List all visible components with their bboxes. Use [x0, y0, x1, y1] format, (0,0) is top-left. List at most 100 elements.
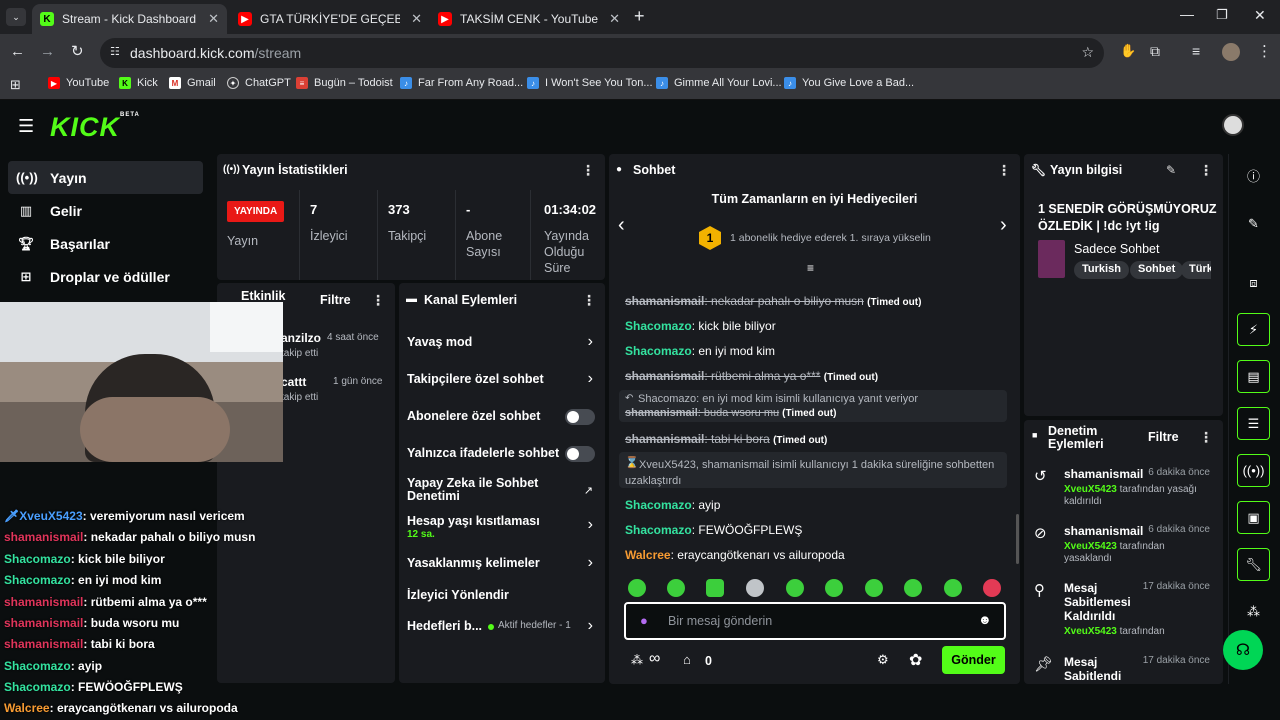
account-age-row[interactable]: Hesap yaşı kısıtlaması 12 sa. ›	[399, 513, 605, 543]
chat-message[interactable]: Shacomazo: FEWÖOĞFPLEWŞ	[625, 523, 1005, 537]
emoji-picker-icon[interactable]: ☻	[978, 612, 992, 627]
tab-gta-video[interactable]: ▶ GTA TÜRKİYE'DE GEÇEBİLİRMİŞ ✕	[230, 4, 430, 34]
category-thumbnail[interactable]	[1038, 240, 1065, 278]
address-bar[interactable]: ☷ dashboard.kick.com/stream ☆	[100, 38, 1104, 68]
restore-window-icon[interactable]: ❐	[1216, 7, 1228, 23]
bookmark-kick[interactable]: K Kick	[119, 77, 158, 89]
mod-log-entry[interactable]: ⚲ Mesaj Sabitlemesi Kaldırıldı 17 dakika…	[1034, 581, 1214, 643]
emote-icon[interactable]	[786, 579, 804, 597]
send-button[interactable]: Gönder	[942, 646, 1005, 674]
extensions-puzzle-icon[interactable]: ⧉	[1150, 43, 1160, 60]
mod-log-entry[interactable]: 📌︎ Mesaj Sabitlendi 17 dakika önce	[1034, 655, 1214, 684]
mod-log-entry[interactable]: ⊘ shamanismail 6 dakika önce XveuX5423 t…	[1034, 524, 1214, 574]
chat-message[interactable]: shamanismail: rütbemi alma ya o*** (Time…	[625, 369, 1005, 383]
emote-icon[interactable]	[667, 579, 685, 597]
profile-avatar[interactable]	[1222, 43, 1240, 61]
tag-sohbet[interactable]: Sohbet	[1130, 261, 1184, 279]
close-tab-icon[interactable]: ✕	[609, 11, 620, 27]
emote-icon[interactable]	[628, 579, 646, 597]
emote-icon[interactable]	[746, 579, 764, 597]
chat-input[interactable]: ● Bir mesaj gönderin ☻	[624, 602, 1006, 640]
sidebar-item-achievements[interactable]: 🏆︎ Başarılar	[8, 227, 203, 260]
bookmark-song-2[interactable]: ♪ I Won't See You Ton...	[527, 77, 653, 89]
bookmark-chatgpt[interactable]: ✦ ChatGPT	[227, 77, 291, 89]
bookmark-todoist[interactable]: ≡ Bugün – Todoist	[296, 77, 393, 89]
sidebar-item-stream[interactable]: ((•)) Yayın	[8, 161, 203, 194]
raid-row[interactable]: İzleyici Yönlendir	[399, 586, 605, 606]
boost-icon[interactable]: ⚡︎	[1237, 313, 1270, 346]
emote-only-toggle[interactable]	[565, 446, 595, 462]
close-tab-icon[interactable]: ✕	[208, 11, 219, 27]
activity-username[interactable]: cattt	[281, 375, 306, 389]
media-control-icon[interactable]: ≡	[1192, 43, 1200, 59]
bookmark-song-4[interactable]: ♪ You Give Love a Bad...	[784, 77, 914, 89]
mod-log-entry[interactable]: ↺ shamanismail 6 dakika önce XveuX5423 t…	[1034, 467, 1214, 517]
clip-icon[interactable]: ⧈	[1237, 266, 1270, 299]
info-icon[interactable]: ⓘ	[1237, 159, 1270, 192]
kick-logo[interactable]: KICKBETA	[50, 112, 140, 143]
minimize-window-icon[interactable]: —	[1180, 6, 1194, 22]
new-tab-button[interactable]: +	[634, 6, 645, 27]
slow-mode-row[interactable]: Yavaş mod ›	[399, 333, 605, 353]
bookmark-song-1[interactable]: ♪ Far From Any Road...	[400, 77, 523, 89]
tab-taksim-cenk[interactable]: ▶ TAKSİM CENK - YouTube ✕	[430, 4, 628, 34]
forward-arrow-icon[interactable]: →	[40, 43, 55, 60]
subscribers-only-toggle[interactable]	[565, 409, 595, 425]
bookmark-youtube[interactable]: ▶ YouTube	[48, 77, 109, 89]
stream-info-menu-icon[interactable]: ⋮	[1199, 162, 1213, 179]
mod-log-menu-icon[interactable]: ⋮	[1199, 429, 1213, 446]
chat-icon[interactable]: ☰	[1237, 407, 1270, 440]
notes-icon[interactable]: ▤	[1237, 360, 1270, 393]
tab-search-button[interactable]: ⌄	[6, 8, 26, 26]
sidebar-item-drops[interactable]: ⊞ Droplar ve ödüller	[8, 260, 203, 293]
emote-icon[interactable]	[944, 579, 962, 597]
sidebar-item-revenue[interactable]: ▥ Gelir	[8, 194, 203, 227]
emote-icon[interactable]	[825, 579, 843, 597]
goals-row[interactable]: Hedefleri b... Aktif hedefler - 1 ›	[399, 617, 605, 637]
chat-message[interactable]: Walcree: eraycangötkenarı vs ailuropoda	[625, 548, 1005, 562]
gifters-next-button[interactable]: ›	[1000, 214, 1007, 237]
emote-icon[interactable]	[904, 579, 922, 597]
hamburger-menu-icon[interactable]: ☰	[18, 116, 34, 137]
emote-icon[interactable]	[983, 579, 1001, 597]
activity-filter-button[interactable]: Filtre	[320, 293, 351, 307]
chat-message[interactable]: shamanismail: tabi ki bora (Timed out)	[625, 432, 1005, 446]
bookmark-star-icon[interactable]: ☆	[1081, 44, 1094, 61]
support-headset-button[interactable]: ☊	[1223, 630, 1263, 670]
followers-only-row[interactable]: Takipçilere özel sohbet ›	[399, 370, 605, 390]
emote-icon[interactable]	[706, 579, 724, 597]
apps-grid-icon[interactable]: ⊞	[10, 77, 21, 93]
emote-menu-icon[interactable]: ✿	[909, 650, 922, 670]
reply-message-box[interactable]: ↶ Shacomazo: en iyi mod kim isimli kulla…	[619, 390, 1007, 422]
chat-settings-icon[interactable]: ⚙	[877, 652, 889, 668]
tab-kick-dashboard[interactable]: K Stream - Kick Dashboard ✕	[32, 4, 227, 34]
ai-moderation-row[interactable]: Yapay Zeka ile Sohbet Denetimi ↗	[399, 476, 605, 506]
broadcast-icon[interactable]: ((•))	[1237, 454, 1270, 487]
stats-menu-icon[interactable]: ⋮	[581, 162, 595, 179]
bookmark-song-3[interactable]: ♪ Gimme All Your Lovi...	[656, 77, 782, 89]
extension-icon[interactable]: ✋	[1120, 43, 1136, 59]
category-name[interactable]: Sadece Sohbet	[1074, 242, 1160, 256]
gifters-prev-button[interactable]: ‹	[618, 214, 625, 237]
reload-icon[interactable]: ↻	[71, 42, 84, 60]
channel-points-icon[interactable]: ⁂	[631, 653, 643, 667]
chat-message[interactable]: shamanismail: nekadar pahalı o biliyo mu…	[625, 294, 1005, 308]
banned-words-row[interactable]: Yasaklanmış kelimeler ›	[399, 554, 605, 574]
back-arrow-icon[interactable]: ←	[10, 43, 25, 60]
edit-icon[interactable]: ✎	[1237, 207, 1270, 240]
edit-pencil-icon[interactable]: ✎	[1166, 163, 1176, 177]
close-tab-icon[interactable]: ✕	[411, 11, 422, 27]
tools-icon[interactable]: 🔧︎	[1237, 548, 1270, 581]
microphone-icon[interactable]: ●	[640, 613, 648, 628]
activity-username[interactable]: anzilzo	[281, 331, 321, 345]
close-window-icon[interactable]: ✕	[1254, 7, 1266, 24]
store-icon[interactable]: ⌂	[683, 652, 691, 667]
channel-actions-menu-icon[interactable]: ⋮	[582, 292, 596, 309]
chat-message[interactable]: Shacomazo: en iyi mod kim	[625, 344, 1005, 358]
site-info-icon[interactable]: ☷	[110, 45, 120, 58]
chat-scrollbar[interactable]	[1016, 514, 1019, 564]
emote-icon[interactable]	[865, 579, 883, 597]
user-avatar[interactable]	[1222, 114, 1244, 136]
chat-scroll-indicator-icon[interactable]: ≡	[807, 261, 814, 275]
chat-menu-icon[interactable]: ⋮	[997, 162, 1011, 179]
